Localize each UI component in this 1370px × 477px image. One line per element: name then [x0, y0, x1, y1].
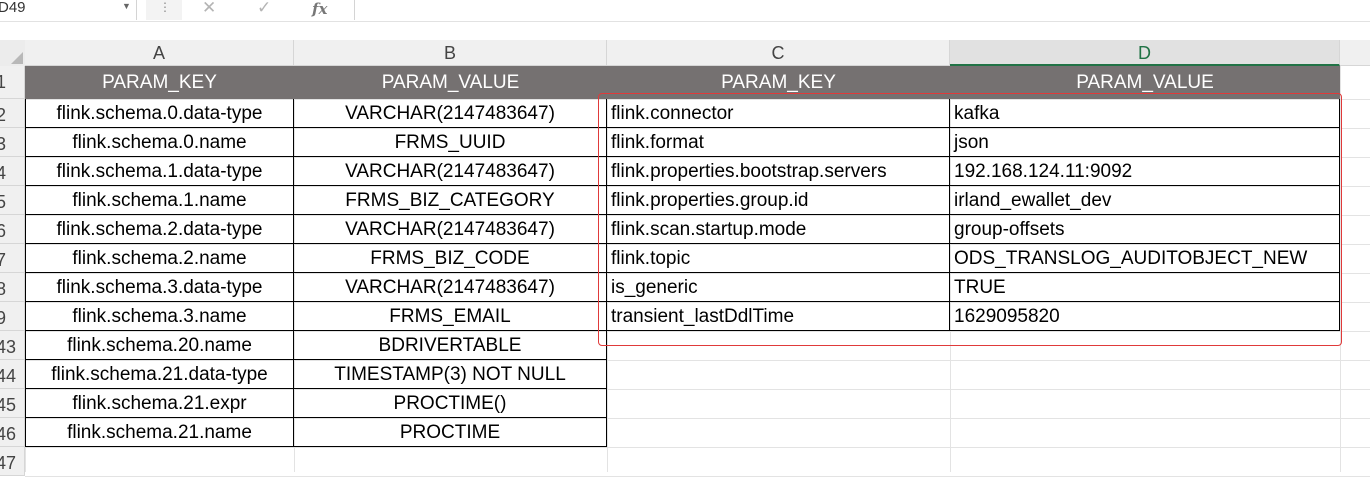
- checkmark-icon[interactable]: ✓: [257, 0, 271, 18]
- table-cell-value[interactable]: FRMS_BIZ_CATEGORY: [294, 186, 607, 215]
- row-header[interactable]: 1: [0, 66, 25, 99]
- table-cell-value[interactable]: 1629095820: [950, 302, 1340, 331]
- table-cell-key[interactable]: flink.schema.3.name: [25, 302, 294, 331]
- row-header[interactable]: 7: [0, 244, 25, 273]
- row-header[interactable]: 44: [0, 360, 25, 389]
- table-cell-key[interactable]: flink.schema.0.name: [25, 128, 294, 157]
- row-header[interactable]: 45: [0, 389, 25, 418]
- formula-input[interactable]: [356, 0, 1366, 20]
- table-cell-key[interactable]: flink.schema.21.name: [25, 418, 294, 447]
- table-cell-value[interactable]: irland_ewallet_dev: [950, 186, 1340, 215]
- row-header[interactable]: 5: [0, 186, 25, 215]
- table-cell-key[interactable]: flink.schema.2.name: [25, 244, 294, 273]
- row-header[interactable]: 8: [0, 273, 25, 302]
- table-cell-value[interactable]: TRUE: [950, 273, 1340, 302]
- column-header-d[interactable]: D: [950, 40, 1340, 66]
- table-cell-value[interactable]: VARCHAR(2147483647): [294, 273, 607, 302]
- table-cell-key[interactable]: flink.schema.3.data-type: [25, 273, 294, 302]
- table-cell-value[interactable]: ODS_TRANSLOG_AUDITOBJECT_NEW: [950, 244, 1340, 273]
- formula-bar-divider: [0, 21, 1370, 22]
- header-cell-param-value[interactable]: PARAM_VALUE: [294, 66, 607, 99]
- table-cell-key[interactable]: flink.format: [607, 128, 950, 157]
- gridline-horizontal: [25, 447, 1370, 448]
- row-header[interactable]: 6: [0, 215, 25, 244]
- header-cell-param-value[interactable]: PARAM_VALUE: [950, 66, 1340, 99]
- table-cell-key[interactable]: flink.connector: [607, 99, 950, 128]
- select-all-button[interactable]: [0, 40, 25, 66]
- insert-function-button[interactable]: fx: [312, 0, 327, 18]
- table-cell-value[interactable]: FRMS_EMAIL: [294, 302, 607, 331]
- table-cell-key[interactable]: flink.schema.21.data-type: [25, 360, 294, 389]
- column-header-e[interactable]: [1340, 40, 1370, 66]
- column-header-b[interactable]: B: [294, 40, 607, 66]
- table-cell-key[interactable]: flink.schema.2.data-type: [25, 215, 294, 244]
- table-cell-value[interactable]: kafka: [950, 99, 1340, 128]
- column-header-a[interactable]: A: [25, 40, 294, 66]
- table-cell-key[interactable]: flink.properties.bootstrap.servers: [607, 157, 950, 186]
- name-box[interactable]: D49 ▼: [0, 0, 137, 20]
- vertical-dots-icon[interactable]: ⋮: [159, 0, 171, 14]
- table-cell-value[interactable]: 192.168.124.11:9092: [950, 157, 1340, 186]
- select-all-triangle-icon: [11, 52, 23, 64]
- table-cell-value[interactable]: VARCHAR(2147483647): [294, 215, 607, 244]
- formula-buttons: ✕ ✓ fx: [184, 0, 355, 20]
- table-cell-value[interactable]: group-offsets: [950, 215, 1340, 244]
- table-cell-value[interactable]: TIMESTAMP(3) NOT NULL: [294, 360, 607, 389]
- table-cell-value[interactable]: PROCTIME(): [294, 389, 607, 418]
- table-cell-key[interactable]: flink.schema.20.name: [25, 331, 294, 360]
- table-cell-key[interactable]: flink.topic: [607, 244, 950, 273]
- header-cell-param-key[interactable]: PARAM_KEY: [607, 66, 950, 99]
- name-box-value[interactable]: D49: [0, 0, 26, 16]
- table-cell-value[interactable]: VARCHAR(2147483647): [294, 157, 607, 186]
- table-cell-key[interactable]: is_generic: [607, 273, 950, 302]
- table-cell-key[interactable]: flink.schema.1.data-type: [25, 157, 294, 186]
- table-cell-key[interactable]: flink.properties.group.id: [607, 186, 950, 215]
- gridline-vertical: [1340, 66, 1341, 472]
- column-header-c[interactable]: C: [607, 40, 950, 66]
- table-cell-key[interactable]: flink.scan.startup.mode: [607, 215, 950, 244]
- table-cell-value[interactable]: FRMS_BIZ_CODE: [294, 244, 607, 273]
- table-cell-key[interactable]: flink.schema.1.name: [25, 186, 294, 215]
- row-header[interactable]: 4: [0, 157, 25, 186]
- table-cell-key[interactable]: flink.schema.0.data-type: [25, 99, 294, 128]
- table-cell-value[interactable]: VARCHAR(2147483647): [294, 99, 607, 128]
- table-cell-value[interactable]: BDRIVERTABLE: [294, 331, 607, 360]
- row-header[interactable]: 2: [0, 99, 25, 128]
- header-cell-param-key[interactable]: PARAM_KEY: [25, 66, 294, 99]
- row-header[interactable]: 46: [0, 418, 25, 447]
- formula-bar-splitter[interactable]: ⋮: [146, 0, 182, 20]
- formula-bar: D49 ▼ ⋮ ✕ ✓ fx: [0, 0, 1370, 22]
- row-header[interactable]: 9: [0, 302, 25, 331]
- table-cell-value[interactable]: json: [950, 128, 1340, 157]
- table-cell-key[interactable]: flink.schema.21.expr: [25, 389, 294, 418]
- table-cell-value[interactable]: PROCTIME: [294, 418, 607, 447]
- chevron-down-icon[interactable]: ▼: [122, 1, 131, 11]
- row-header[interactable]: 43: [0, 331, 25, 360]
- row-header[interactable]: 3: [0, 128, 25, 157]
- close-icon[interactable]: ✕: [202, 0, 216, 18]
- table-cell-key[interactable]: transient_lastDdlTime: [607, 302, 950, 331]
- table-cell-value[interactable]: FRMS_UUID: [294, 128, 607, 157]
